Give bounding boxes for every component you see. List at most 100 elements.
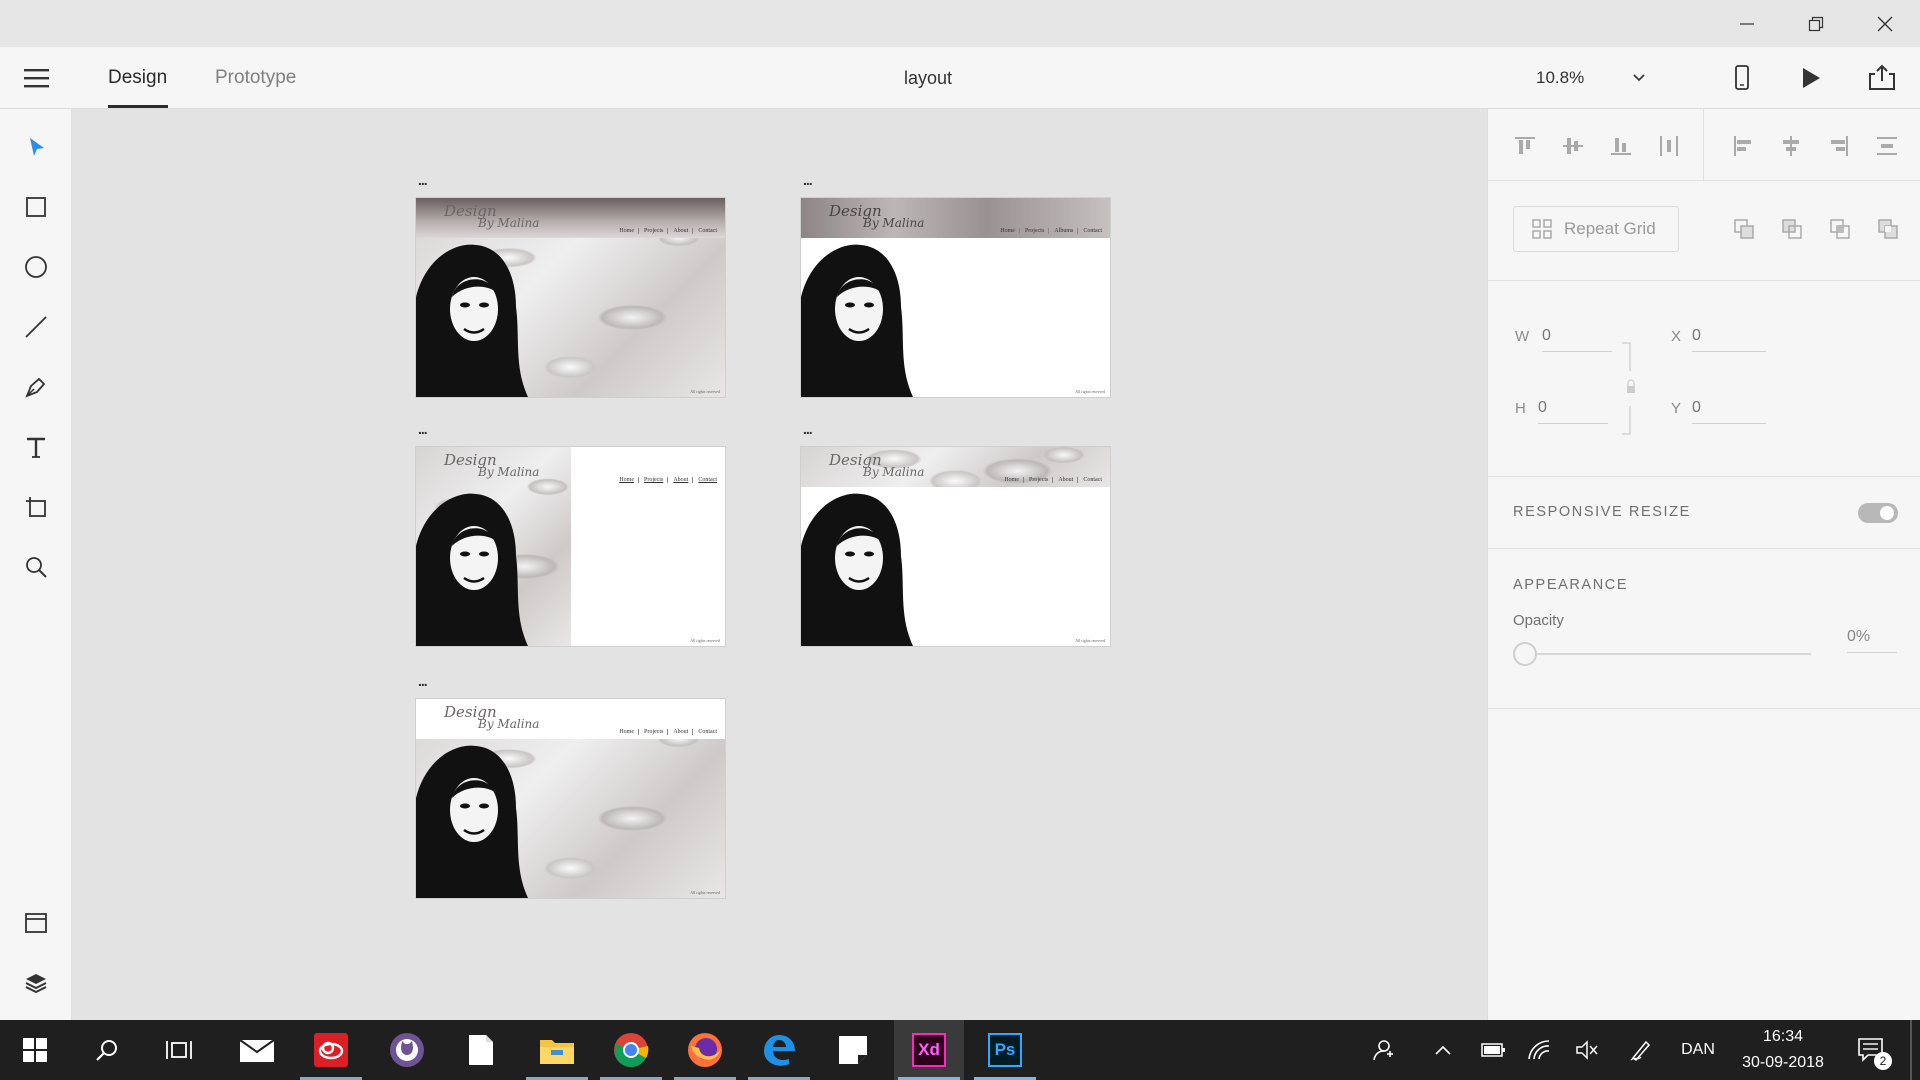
mail-app[interactable]: [222, 1020, 292, 1080]
clock-time: 16:34: [1762, 1028, 1804, 1045]
artboard-3-name[interactable]: ...: [418, 421, 428, 437]
boolean-subtract-button[interactable]: [1778, 215, 1806, 243]
hamburger-menu-button[interactable]: [24, 67, 50, 89]
start-button[interactable]: [0, 1020, 70, 1080]
pen-workspace-button[interactable]: [1626, 1020, 1656, 1080]
artboard-3[interactable]: Design By Malina Home Projects About Con…: [415, 446, 726, 647]
height-field[interactable]: 0: [1538, 399, 1547, 417]
nav-link: Contact: [698, 228, 717, 234]
artboard-2-name[interactable]: ...: [803, 172, 813, 188]
zoom-tool[interactable]: [16, 547, 56, 587]
rectangle-tool[interactable]: [16, 187, 56, 227]
artboard-1[interactable]: Design By Malina Home Projects About Con…: [415, 197, 726, 398]
boolean-intersect-button[interactable]: [1826, 215, 1854, 243]
assets-panel-button[interactable]: [16, 903, 56, 943]
window-titlebar: [0, 0, 1920, 47]
nav-link: Contact: [1083, 228, 1102, 234]
github-app[interactable]: [372, 1020, 442, 1080]
device-preview-button[interactable]: [1730, 65, 1754, 91]
nav-link: Home: [1000, 228, 1020, 234]
align-bottom-icon: [1611, 138, 1631, 155]
artboard-1-name[interactable]: ...: [418, 172, 428, 188]
distribute-horizontal-button[interactable]: [1654, 131, 1684, 161]
align-bottom-button[interactable]: [1606, 131, 1636, 161]
layers-panel-button[interactable]: [16, 963, 56, 1003]
artboard-2[interactable]: Design By Malina Home Projects Albums Co…: [800, 197, 1111, 398]
sticky-notes-app[interactable]: [818, 1020, 888, 1080]
close-button[interactable]: [1850, 0, 1920, 47]
notepad-app[interactable]: [446, 1020, 516, 1080]
minimize-button[interactable]: [1712, 0, 1782, 47]
boolean-add-button[interactable]: [1730, 215, 1758, 243]
minimize-icon: [1740, 22, 1754, 25]
show-hidden-icons-button[interactable]: [1430, 1020, 1456, 1080]
width-field[interactable]: 0: [1542, 327, 1551, 345]
clock-date: 30-09-2018: [1742, 1054, 1824, 1071]
network-button[interactable]: [1524, 1020, 1554, 1080]
sticky-notes-icon: [839, 1036, 867, 1064]
align-top-button[interactable]: [1510, 131, 1540, 161]
file-explorer-app[interactable]: [522, 1020, 592, 1080]
play-preview-button[interactable]: [1800, 65, 1822, 91]
y-field[interactable]: 0: [1692, 399, 1701, 417]
align-top-icon: [1515, 137, 1535, 154]
line-tool[interactable]: [16, 307, 56, 347]
text-tool[interactable]: [16, 427, 56, 467]
appearance-section: APPEARANCE Opacity 0%: [1488, 549, 1920, 709]
show-desktop-button[interactable]: [1910, 1020, 1912, 1080]
restore-button[interactable]: [1781, 0, 1851, 47]
layers-icon: [25, 974, 47, 994]
search-button[interactable]: [72, 1020, 142, 1080]
responsive-resize-toggle[interactable]: [1858, 503, 1898, 523]
artboard-tool[interactable]: [16, 487, 56, 527]
notification-count-badge: 2: [1874, 1052, 1892, 1070]
select-tool[interactable]: [16, 127, 56, 167]
zoom-dropdown[interactable]: 10.8%: [1536, 59, 1646, 97]
artboard-4-name[interactable]: ...: [803, 421, 813, 437]
align-middle-button[interactable]: [1558, 131, 1588, 161]
x-field[interactable]: 0: [1692, 327, 1701, 345]
edge-app[interactable]: [744, 1020, 814, 1080]
people-icon: [1373, 1040, 1393, 1061]
people-button[interactable]: [1368, 1020, 1398, 1080]
chrome-icon: [614, 1033, 649, 1068]
portrait-image: [801, 244, 913, 397]
artboard-5-name[interactable]: ...: [418, 673, 428, 689]
align-right-button[interactable]: [1824, 131, 1854, 161]
artboard-5[interactable]: Design By Malina Home Projects About Con…: [415, 698, 726, 899]
design-canvas[interactable]: ... Design By Malina Home Projects About…: [72, 109, 1487, 1020]
input-language-button[interactable]: DAN: [1676, 1020, 1720, 1080]
tab-design[interactable]: Design: [108, 47, 167, 109]
creative-cloud-app[interactable]: [296, 1020, 366, 1080]
chrome-app[interactable]: [596, 1020, 666, 1080]
photoshop-app[interactable]: Ps: [970, 1020, 1040, 1080]
action-center-button[interactable]: 2: [1852, 1020, 1892, 1080]
share-button[interactable]: [1868, 63, 1896, 91]
artboard-4[interactable]: Design By Malina Home Projects About Con…: [800, 446, 1111, 647]
align-left-icon: [1734, 136, 1751, 156]
boolean-exclude-button[interactable]: [1874, 215, 1902, 243]
adobe-xd-app[interactable]: Xd: [894, 1020, 964, 1080]
pen-tool[interactable]: [16, 367, 56, 407]
tab-prototype[interactable]: Prototype: [215, 47, 296, 109]
align-center-button[interactable]: [1776, 131, 1806, 161]
portrait-image: [416, 493, 528, 646]
opacity-value[interactable]: 0%: [1847, 628, 1870, 646]
task-view-button[interactable]: [144, 1020, 214, 1080]
divider: [1703, 109, 1704, 181]
align-left-button[interactable]: [1728, 131, 1758, 161]
distribute-vertical-button[interactable]: [1872, 131, 1902, 161]
ellipse-tool[interactable]: [16, 247, 56, 287]
nav-link: Home: [619, 477, 639, 483]
line-icon: [25, 316, 47, 338]
clock-button[interactable]: 16:34 30-09-2018: [1728, 1020, 1838, 1080]
pen-icon: [25, 377, 46, 398]
width-label: W: [1515, 328, 1530, 345]
opacity-slider-track[interactable]: [1537, 653, 1811, 655]
firefox-app[interactable]: [670, 1020, 740, 1080]
lock-aspect-button[interactable]: [1622, 341, 1635, 441]
volume-button[interactable]: [1572, 1020, 1602, 1080]
opacity-slider-thumb[interactable]: [1513, 642, 1537, 666]
repeat-grid-button[interactable]: Repeat Grid: [1513, 206, 1679, 252]
battery-button[interactable]: [1478, 1020, 1508, 1080]
